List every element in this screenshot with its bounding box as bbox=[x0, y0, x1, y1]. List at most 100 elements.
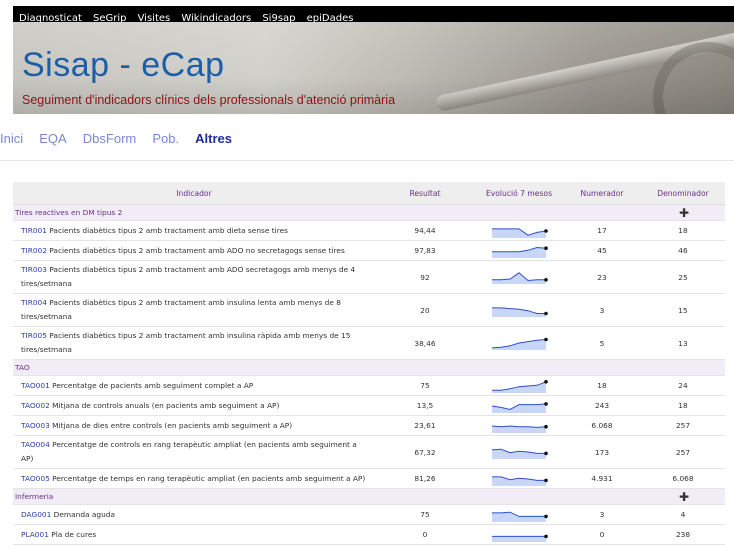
sparkline-last-point bbox=[544, 379, 548, 384]
result-value: 38,46 bbox=[375, 326, 475, 360]
group-expand-cell bbox=[641, 359, 725, 376]
sparkline-last-point bbox=[544, 278, 548, 282]
indicator-code-link[interactable]: TIR003 bbox=[21, 265, 47, 274]
numerator-value: 4.931 bbox=[563, 468, 641, 489]
indicator-code-link[interactable]: TAO004 bbox=[21, 440, 50, 449]
sparkline-chart bbox=[491, 424, 548, 433]
indicator-cell: TIR001 Pacients diabètics tipus 2 amb tr… bbox=[13, 220, 375, 241]
sparkline-last-point bbox=[544, 424, 548, 428]
result-value: 67,32 bbox=[375, 435, 475, 469]
numerator-value: 243 bbox=[563, 395, 641, 416]
sparkline-area bbox=[492, 381, 546, 393]
sparkline-last-point bbox=[544, 478, 548, 482]
sparkline-chart bbox=[491, 448, 548, 459]
indicator-code-link[interactable]: PLA001 bbox=[21, 530, 49, 539]
sparkline-last-point bbox=[544, 311, 548, 316]
table-row: TAO004 Percentatge de controls en rang t… bbox=[13, 435, 725, 469]
numerator-value: 23 bbox=[563, 260, 641, 294]
indicator-cell: TAO004 Percentatge de controls en rang t… bbox=[13, 435, 375, 469]
header-indicador: Indicador bbox=[13, 182, 375, 205]
sparkline-last-point bbox=[544, 451, 548, 456]
indicator-code-link[interactable]: TIR001 bbox=[21, 226, 47, 235]
nav-inici[interactable]: Inici bbox=[0, 131, 23, 146]
main-navigation: Inici EQA DbsForm Pob. Altres bbox=[0, 128, 243, 147]
sparkline-chart bbox=[492, 227, 548, 238]
denominator-value: 25 bbox=[641, 260, 725, 294]
sparkline-chart bbox=[492, 307, 548, 317]
denominator-value: 13 bbox=[641, 326, 725, 360]
nav-eqa[interactable]: EQA bbox=[39, 131, 66, 146]
indicator-code-link[interactable]: TIR005 bbox=[21, 331, 47, 340]
table-row: TIR005 Pacients diabètics tipus 2 amb tr… bbox=[13, 326, 725, 360]
sparkline-chart bbox=[492, 245, 548, 258]
sparkline-area bbox=[492, 272, 546, 284]
site-subtitle: Seguiment d'indicadors clínics dels prof… bbox=[22, 93, 396, 107]
sparkline-chart bbox=[492, 379, 548, 393]
indicator-code-link[interactable]: TAO003 bbox=[21, 421, 50, 430]
denominator-value: 6.068 bbox=[641, 468, 725, 489]
numerator-value: 17 bbox=[563, 220, 641, 241]
sparkline-chart bbox=[492, 272, 548, 284]
group-name: TAO bbox=[13, 359, 641, 376]
indicators-table: Indicador Resultat Evolució 7 mesos Nume… bbox=[13, 182, 725, 545]
sparkline-area bbox=[492, 511, 546, 522]
indicator-code-link[interactable]: TAO002 bbox=[21, 401, 50, 410]
indicator-code-link[interactable]: TAO001 bbox=[21, 381, 50, 390]
table-row: TIR003 Pacients diabètics tipus 2 amb tr… bbox=[13, 260, 725, 294]
evolution-sparkline-cell bbox=[475, 395, 563, 416]
sparkline-last-point bbox=[544, 245, 548, 250]
indicator-code-link[interactable]: TIR002 bbox=[21, 246, 47, 255]
nav-pob[interactable]: Pob. bbox=[152, 131, 179, 146]
evolution-sparkline-cell bbox=[475, 415, 563, 436]
table-header-row: Indicador Resultat Evolució 7 mesos Nume… bbox=[13, 182, 725, 205]
denominator-value: 18 bbox=[641, 220, 725, 241]
group-expand-cell: ✚ bbox=[641, 488, 725, 505]
denominator-value: 46 bbox=[641, 240, 725, 261]
sparkline-last-point bbox=[544, 228, 548, 233]
numerator-value: 5 bbox=[563, 326, 641, 360]
table-row: TAO001 Percentatge de pacients amb segui… bbox=[13, 375, 725, 396]
evolution-sparkline-cell bbox=[475, 468, 563, 489]
sparkline-chart bbox=[491, 401, 548, 413]
indicator-description: Pacients diabètics tipus 2 amb tractamen… bbox=[46, 225, 288, 235]
indicator-code-link[interactable]: TIR004 bbox=[21, 298, 47, 307]
indicator-cell: TAO005 Percentatge de temps en rang tera… bbox=[13, 468, 375, 489]
site-title: Sisap - eCap bbox=[22, 46, 225, 84]
group-name: Tires reactives en DM tipus 2 bbox=[13, 204, 641, 221]
result-value: 81,26 bbox=[375, 468, 475, 489]
numerator-value: 173 bbox=[563, 435, 641, 469]
plus-icon[interactable]: ✚ bbox=[679, 206, 689, 220]
nav-dbsform[interactable]: DbsForm bbox=[83, 131, 136, 146]
table-row: TIR001 Pacients diabètics tipus 2 amb tr… bbox=[13, 220, 725, 241]
indicator-description: Pacients diabètics tipus 2 amb tractamen… bbox=[21, 298, 341, 321]
sparkline-chart bbox=[492, 534, 548, 542]
indicator-code-link[interactable]: DAG001 bbox=[21, 510, 51, 519]
indicator-description: Demanda aguda bbox=[51, 509, 116, 519]
indicator-description: Mitjana de controls anuals (en pacients … bbox=[49, 400, 280, 410]
result-value: 13,5 bbox=[375, 395, 475, 416]
indicator-code-link[interactable]: TAO005 bbox=[21, 474, 50, 483]
indicator-description: Percentatge de controls en rang terapèut… bbox=[21, 440, 357, 463]
indicator-description: Pacients diabètics tipus 2 amb tractamen… bbox=[21, 265, 356, 288]
indicator-description: Pacients diabètics tipus 2 amb tractamen… bbox=[21, 331, 351, 354]
sparkline-area bbox=[492, 403, 546, 413]
numerator-value: 3 bbox=[563, 504, 641, 525]
plus-icon[interactable]: ✚ bbox=[679, 490, 689, 504]
denominator-value: 24 bbox=[641, 375, 725, 396]
sparkline-last-point bbox=[544, 534, 548, 538]
sparkline-area bbox=[492, 535, 546, 542]
denominator-value: 18 bbox=[641, 395, 725, 416]
nav-altres[interactable]: Altres bbox=[195, 131, 232, 146]
evolution-sparkline-cell bbox=[475, 220, 563, 241]
numerator-value: 6.068 bbox=[563, 415, 641, 436]
sparkline-area bbox=[492, 339, 546, 350]
evolution-sparkline-cell bbox=[475, 293, 563, 327]
evolution-sparkline-cell bbox=[475, 326, 563, 360]
group-row: TAO bbox=[13, 359, 725, 376]
indicator-description: Pacients diabètics tipus 2 amb tractamen… bbox=[46, 245, 345, 255]
numerator-value: 45 bbox=[563, 240, 641, 261]
result-value: 23,61 bbox=[375, 415, 475, 436]
indicator-description: Mitjana de dies entre controls (en pacie… bbox=[49, 420, 293, 430]
indicator-description: Percentatge de pacients amb seguiment co… bbox=[49, 380, 254, 390]
indicator-cell: TAO002 Mitjana de controls anuals (en pa… bbox=[13, 395, 375, 416]
